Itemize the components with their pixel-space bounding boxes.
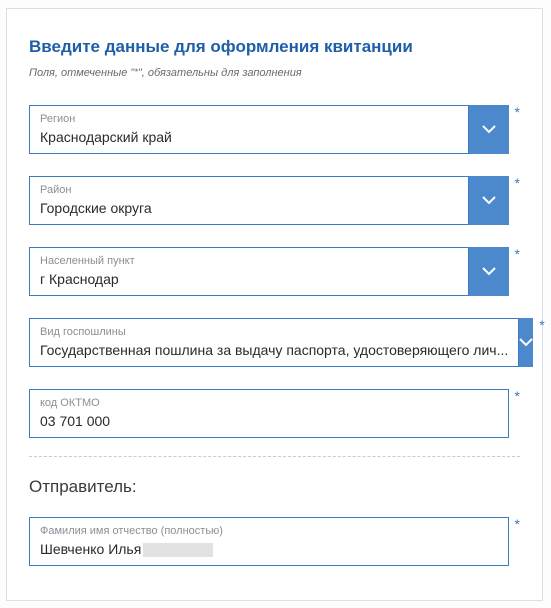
duty-type-value: Государственная пошлина за выдачу паспор… [40, 342, 508, 358]
fullname-label: Фамилия имя отчество (полностью) [40, 525, 498, 537]
region-box[interactable]: Регион Краснодарский край [29, 105, 469, 154]
duty-type-box[interactable]: Вид госпошлины Государственная пошлина з… [29, 318, 519, 367]
locality-value: г Краснодар [40, 271, 458, 287]
district-box[interactable]: Район Городские округа [29, 176, 469, 225]
region-dropdown-button[interactable] [469, 105, 509, 154]
region-field[interactable]: Регион Краснодарский край * [29, 105, 520, 154]
required-note: Поля, отмеченные "*", обязательны для за… [29, 67, 520, 79]
sender-heading: Отправитель: [29, 477, 520, 497]
oktmo-field[interactable]: код ОКТМО 03 701 000 * [29, 389, 520, 438]
chevron-down-icon [482, 125, 496, 134]
required-mark: * [515, 247, 520, 296]
required-mark: * [515, 105, 520, 154]
oktmo-label: код ОКТМО [40, 397, 498, 409]
region-value: Краснодарский край [40, 129, 458, 145]
district-value: Городские округа [40, 200, 458, 216]
duty-type-field[interactable]: Вид госпошлины Государственная пошлина з… [29, 318, 520, 367]
oktmo-box[interactable]: код ОКТМО 03 701 000 [29, 389, 509, 438]
chevron-down-icon [482, 196, 496, 205]
section-divider [29, 456, 520, 457]
duty-type-label: Вид госпошлины [40, 326, 508, 338]
district-dropdown-button[interactable] [469, 176, 509, 225]
region-label: Регион [40, 113, 458, 125]
oktmo-value: 03 701 000 [40, 413, 498, 429]
duty-type-dropdown-button[interactable] [519, 318, 533, 367]
form-title: Введите данные для оформления квитанции [29, 37, 520, 57]
locality-dropdown-button[interactable] [469, 247, 509, 296]
receipt-form-panel: Введите данные для оформления квитанции … [6, 8, 543, 601]
chevron-down-icon [482, 267, 496, 276]
required-mark: * [515, 176, 520, 225]
fullname-box[interactable]: Фамилия имя отчество (полностью) Шевченк… [29, 517, 509, 566]
district-field[interactable]: Район Городские округа * [29, 176, 520, 225]
locality-box[interactable]: Населенный пункт г Краснодар [29, 247, 469, 296]
required-mark: * [515, 389, 520, 438]
redacted-text [143, 543, 213, 557]
fullname-field[interactable]: Фамилия имя отчество (полностью) Шевченк… [29, 517, 520, 566]
locality-label: Населенный пункт [40, 255, 458, 267]
chevron-down-icon [519, 338, 533, 347]
required-mark: * [515, 517, 520, 566]
locality-field[interactable]: Населенный пункт г Краснодар * [29, 247, 520, 296]
district-label: Район [40, 184, 458, 196]
required-mark: * [539, 318, 544, 367]
fullname-value: Шевченко Илья [40, 541, 498, 557]
